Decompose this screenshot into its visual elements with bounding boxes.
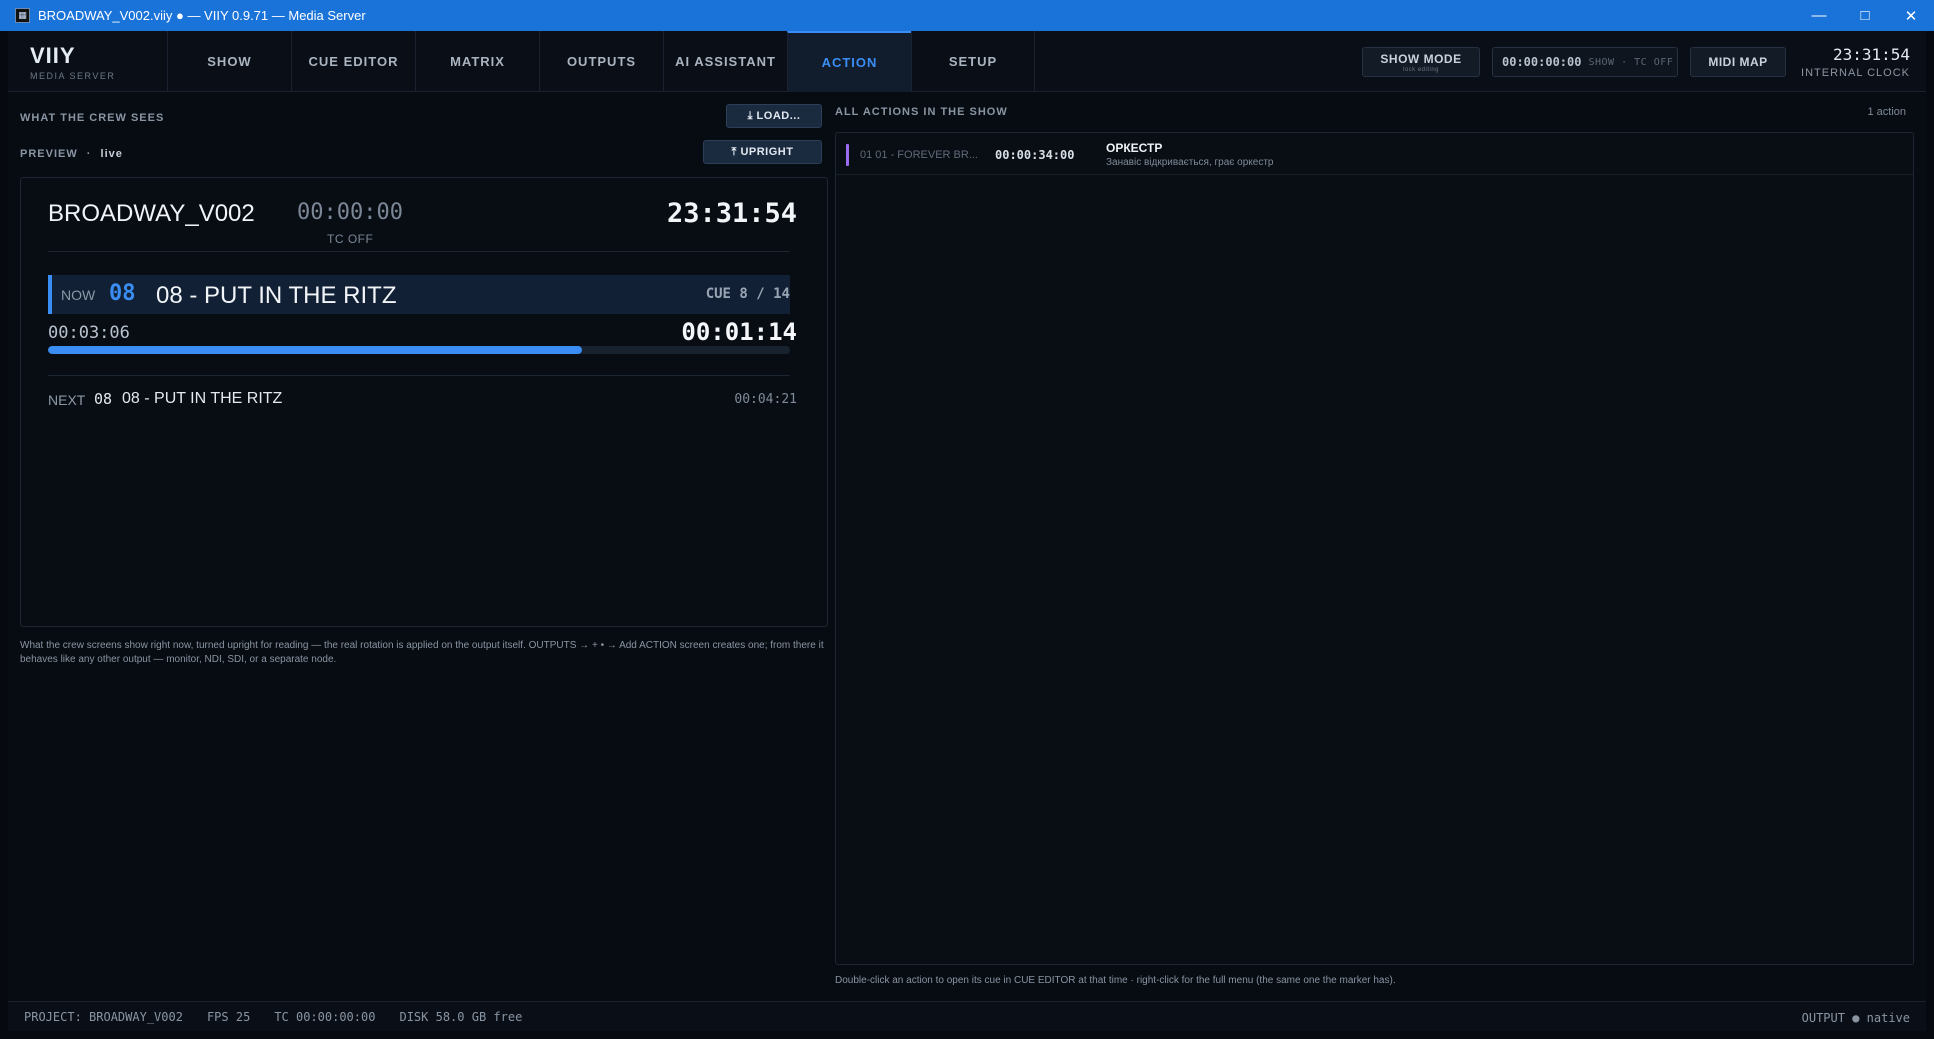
internal-clock: 23:31:54 INTERNAL CLOCK (1801, 45, 1910, 79)
action-cue: 01 01 - FOREVER BR... (860, 149, 978, 161)
tab-ai-assistant[interactable]: AI ASSISTANT (663, 31, 787, 92)
cue-progress-bar (48, 346, 790, 354)
preview-tc-status: TC OFF (327, 232, 374, 246)
timecode-value: 00:00:00:00 (1502, 55, 1582, 69)
midi-map-button[interactable]: MIDI MAP (1690, 47, 1786, 77)
actions-help: Double-click an action to open its cue i… (835, 975, 1396, 986)
main-tabs: SHOW CUE EDITOR MATRIX OUTPUTS AI ASSIST… (167, 31, 1035, 92)
now-label: NOW (61, 287, 96, 303)
preview-clock: 23:31:54 (666, 198, 797, 229)
load-button[interactable]: ⤓ LOAD... (726, 104, 822, 128)
tab-outputs[interactable]: OUTPUTS (539, 31, 663, 92)
brand-subtitle: MEDIA SERVER (30, 71, 116, 81)
maximize-icon[interactable]: □ (1842, 0, 1888, 31)
tab-cue-editor[interactable]: CUE EDITOR (291, 31, 415, 92)
tab-setup[interactable]: SETUP (911, 31, 1035, 92)
next-cue-title: 08 - PUT IN THE RITZ (122, 390, 283, 407)
tab-action[interactable]: ACTION (787, 31, 911, 92)
show-mode-button[interactable]: SHOW MODE lock editing (1362, 47, 1480, 77)
clock-time: 23:31:54 (1832, 45, 1910, 64)
status-disk: DISK 58.0 GB free (399, 1009, 523, 1024)
cue-progress-fill (48, 346, 583, 354)
now-cue-number: 08 (109, 281, 136, 306)
preview-timecode: 00:00:00 (297, 200, 403, 225)
preview-divider-2 (48, 375, 790, 376)
tab-matrix[interactable]: MATRIX (415, 31, 539, 92)
status-bar: PROJECT: BROADWAY_V002 FPS 25 TC 00:00:0… (8, 1001, 1926, 1031)
status-output: OUTPUT ● native (1801, 1011, 1910, 1025)
elapsed-time: 00:03:06 (48, 323, 130, 343)
show-mode-label: SHOW MODE (1380, 51, 1462, 66)
actions-title: ALL ACTIONS IN THE SHOW (835, 106, 1008, 118)
preview-separator: · (86, 148, 92, 160)
action-row[interactable]: 01 01 - FOREVER BR... 00:00:34:00 ОРКЕСТ… (836, 133, 1913, 175)
close-icon[interactable]: ✕ (1888, 0, 1934, 31)
preview-label-text: PREVIEW (20, 148, 78, 160)
action-name: ОРКЕСТР (1106, 141, 1163, 155)
brand-logo: VIIY MEDIA SERVER (30, 43, 115, 81)
crew-preview-screen: BROADWAY_V002 00:00:00 TC OFF 23:31:54 N… (20, 177, 828, 627)
clock-label: INTERNAL CLOCK (1801, 67, 1910, 79)
action-marker (846, 144, 849, 166)
crew-view-help: What the crew screens show right now, tu… (20, 640, 824, 665)
preview-project-name: BROADWAY_V002 (48, 200, 255, 227)
preview-divider (48, 251, 790, 252)
now-cue-title: 08 - PUT IN THE RITZ (156, 282, 397, 309)
now-playing-bar: NOW 08 08 - PUT IN THE RITZ CUE 8 / 14 (48, 275, 790, 314)
brand-name: VIIY (30, 43, 76, 68)
preview-label: PREVIEW · live (20, 148, 123, 160)
status-project: PROJECT: BROADWAY_V002 (24, 1009, 183, 1024)
window-title: BROADWAY_V002.viiy ● — VIIY 0.9.71 — Med… (38, 8, 366, 23)
status-timecode: TC 00:00:00:00 (274, 1009, 376, 1024)
show-mode-sublabel: lock editing (1402, 66, 1440, 73)
preview-state: live (100, 148, 123, 160)
app-icon: ▦ (15, 8, 30, 23)
action-time: 00:00:34:00 (995, 148, 1075, 162)
upright-button[interactable]: ⤒ UPRIGHT (703, 140, 822, 164)
timecode-status: SHOW · TC OFF (1588, 56, 1674, 68)
next-cue-duration: 00:04:21 (734, 392, 797, 407)
actions-list: 01 01 - FOREVER BR... 00:00:34:00 ОРКЕСТ… (835, 132, 1914, 965)
app-window: VIIY MEDIA SERVER SHOW CUE EDITOR MATRIX… (8, 31, 1926, 1031)
remaining-time: 00:01:14 (681, 318, 797, 346)
tab-show[interactable]: SHOW (167, 31, 291, 92)
actions-count: 1 action (1867, 106, 1906, 118)
action-description: Занавіс відкривається, грає оркестр (1106, 157, 1274, 168)
cue-position: CUE 8 / 14 (705, 286, 790, 302)
minimize-icon[interactable]: — (1796, 0, 1842, 31)
next-cue-number: 08 (94, 390, 113, 408)
timecode-display: 00:00:00:00 SHOW · TC OFF (1492, 47, 1678, 77)
next-label: NEXT (48, 392, 86, 408)
crew-view-title: WHAT THE CREW SEES (20, 112, 165, 124)
window-titlebar: ▦ BROADWAY_V002.viiy ● — VIIY 0.9.71 — M… (0, 0, 1934, 31)
status-fps: FPS 25 (206, 1009, 251, 1024)
top-nav: VIIY MEDIA SERVER SHOW CUE EDITOR MATRIX… (8, 31, 1926, 92)
